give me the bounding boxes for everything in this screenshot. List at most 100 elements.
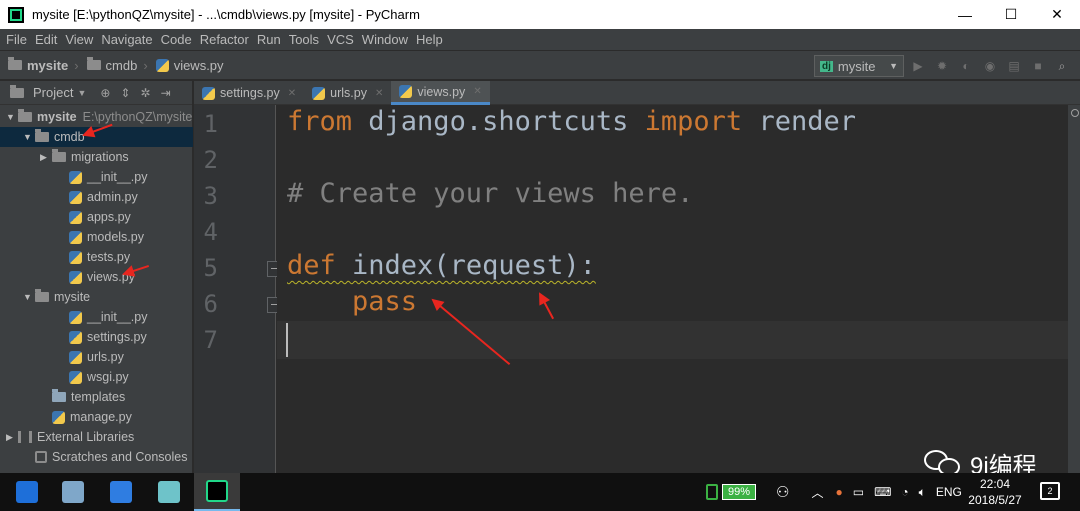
taskbar-app-2[interactable] — [50, 473, 96, 511]
clock-date: 2018/5/27 — [968, 493, 1022, 507]
close-button[interactable]: ✕ — [1034, 0, 1080, 29]
tray-app-icon[interactable]: ● — [835, 485, 842, 499]
target-icon[interactable]: ⊕ — [100, 86, 110, 100]
run-icon[interactable]: ▶ — [908, 56, 928, 76]
windows-taskbar: 99% ⚇ ︿ ● ▭ ⌨ ◔ 🔈︎ ENG 22:04 2018/5/27 2 — [0, 473, 1080, 511]
code-line-3-comment: # Create your views here. — [287, 178, 694, 209]
tree-item[interactable]: urls.py — [0, 347, 193, 367]
tree-item[interactable]: templates — [0, 387, 193, 407]
search-everywhere-icon[interactable]: ⌕ — [1052, 56, 1072, 76]
concurrency-icon[interactable]: ▤ — [1004, 56, 1024, 76]
close-icon[interactable]: ✕ — [375, 88, 383, 99]
gear-icon[interactable]: ✲ — [141, 86, 151, 100]
expand-arrow-icon[interactable]: ▼ — [23, 132, 35, 142]
tree-item[interactable]: Scratches and Consoles — [0, 447, 193, 467]
maximize-button[interactable]: ☐ — [988, 0, 1034, 29]
tree-item-label: urls.py — [87, 350, 124, 364]
taskbar-pycharm[interactable] — [194, 473, 240, 511]
profile-icon[interactable]: ◉ — [980, 56, 1000, 76]
code-line-1: from django.shortcuts import render — [287, 106, 856, 137]
tree-item[interactable]: __init__.py — [0, 167, 193, 187]
tree-item[interactable]: apps.py — [0, 207, 193, 227]
title-bar: mysite [E:\pythonQZ\mysite] - ...\cmdb\v… — [0, 0, 1080, 29]
keyboard-icon[interactable]: ⌨ — [874, 485, 891, 499]
tree-item[interactable]: wsgi.py — [0, 367, 193, 387]
menu-code[interactable]: Code — [157, 32, 196, 47]
wifi-icon[interactable]: ◔ — [901, 485, 908, 499]
stop-icon[interactable]: ■ — [1028, 56, 1048, 76]
menu-window[interactable]: Window — [358, 32, 412, 47]
tree-item[interactable]: manage.py — [0, 407, 193, 427]
tab-views[interactable]: views.py ✕ — [391, 81, 490, 105]
tree-item[interactable]: ▼ mysite — [0, 287, 193, 307]
tree-item[interactable]: __init__.py — [0, 307, 193, 327]
tree-item[interactable]: views.py — [0, 267, 193, 287]
menu-refactor[interactable]: Refactor — [196, 32, 253, 47]
line-number: 3 — [203, 182, 218, 210]
breadcrumb-views[interactable]: views.py — [155, 57, 224, 73]
breadcrumb-label: views.py — [173, 57, 224, 73]
project-view-select[interactable]: Project — [33, 85, 73, 100]
tree-item[interactable]: ▶ External Libraries — [0, 427, 193, 447]
menu-vcs[interactable]: VCS — [323, 32, 358, 47]
line-number: 4 — [203, 218, 218, 246]
coverage-icon[interactable]: ◐ — [956, 56, 976, 76]
menu-tools[interactable]: Tools — [285, 32, 323, 47]
run-configuration-select[interactable]: dj mysite ▼ — [814, 55, 904, 77]
input-language[interactable]: ENG — [936, 485, 962, 499]
menu-navigate[interactable]: Navigate — [97, 32, 156, 47]
project-tool-window: Project ▼ ⊕ ⇕ ✲ ⇥ ▼ mysite E:\pythonQZ\mys… — [0, 81, 193, 473]
collapse-arrow-icon[interactable]: ▶ — [40, 152, 52, 163]
chevron-down-icon: ▼ — [889, 61, 898, 71]
menu-help[interactable]: Help — [412, 32, 447, 47]
taskbar-app-4[interactable] — [146, 473, 192, 511]
notification-center-icon[interactable]: 2 — [1040, 482, 1060, 500]
taskbar-app-3[interactable] — [98, 473, 144, 511]
taskbar-app-1[interactable] — [4, 473, 50, 511]
tree-item-label: models.py — [87, 230, 144, 244]
volume-icon[interactable]: 🔈︎ — [919, 485, 926, 500]
python-file-icon — [69, 190, 82, 204]
close-icon[interactable]: ✕ — [288, 88, 296, 99]
chevron-down-icon[interactable]: ▼ — [77, 88, 86, 98]
debug-icon[interactable]: ✹ — [932, 56, 952, 76]
menu-edit[interactable]: Edit — [31, 32, 61, 47]
clock[interactable]: 22:04 2018/5/27 — [962, 476, 1028, 508]
tree-item[interactable]: settings.py — [0, 327, 193, 347]
tree-item[interactable]: ▶ migrations — [0, 147, 193, 167]
chevron-up-icon[interactable]: ︿ — [811, 484, 823, 501]
chevron-right-icon: › — [143, 57, 148, 73]
menu-file[interactable]: File — [2, 32, 31, 47]
menu-run[interactable]: Run — [253, 32, 285, 47]
collapse-arrow-icon[interactable]: ▶ — [6, 432, 18, 443]
tree-item[interactable]: admin.py — [0, 187, 193, 207]
python-file-icon — [69, 310, 82, 324]
tree-item-label: admin.py — [87, 190, 138, 204]
tree-item[interactable]: models.py — [0, 227, 193, 247]
breadcrumb-mysite[interactable]: mysite › — [8, 57, 79, 73]
expand-arrow-icon[interactable]: ▼ — [23, 292, 35, 302]
code-editor[interactable]: from django.shortcuts import render # Cr… — [277, 105, 1068, 473]
tree-item[interactable]: tests.py — [0, 247, 193, 267]
module-name: django.shortcuts — [352, 106, 645, 137]
vertical-scrollbar[interactable] — [1068, 105, 1080, 473]
python-file-icon — [202, 86, 215, 100]
menu-view[interactable]: View — [61, 32, 97, 47]
tab-urls[interactable]: urls.py ✕ — [304, 81, 391, 105]
breadcrumb-cmdb[interactable]: cmdb › — [86, 57, 148, 73]
battery-icon[interactable]: ▭ — [853, 485, 864, 499]
minimize-button[interactable]: — — [942, 0, 988, 29]
people-icon[interactable]: ⚇ — [776, 483, 789, 501]
code-line-5: def index(request): — [287, 250, 596, 281]
expand-arrow-icon[interactable]: ▼ — [6, 112, 18, 122]
battery-indicator[interactable]: 99% — [722, 484, 756, 500]
tab-settings[interactable]: settings.py ✕ — [194, 81, 304, 105]
tree-item-label: apps.py — [87, 210, 131, 224]
collapse-icon[interactable]: ⇕ — [120, 86, 130, 100]
function-signature: index(request): — [335, 250, 596, 281]
tree-item[interactable]: ▼ mysite E:\pythonQZ\mysite — [0, 107, 193, 127]
hide-icon[interactable]: ⇥ — [161, 86, 171, 100]
close-icon[interactable]: ✕ — [473, 86, 481, 97]
line-number: 6 — [203, 290, 218, 318]
inspection-status-icon[interactable] — [1071, 109, 1079, 117]
